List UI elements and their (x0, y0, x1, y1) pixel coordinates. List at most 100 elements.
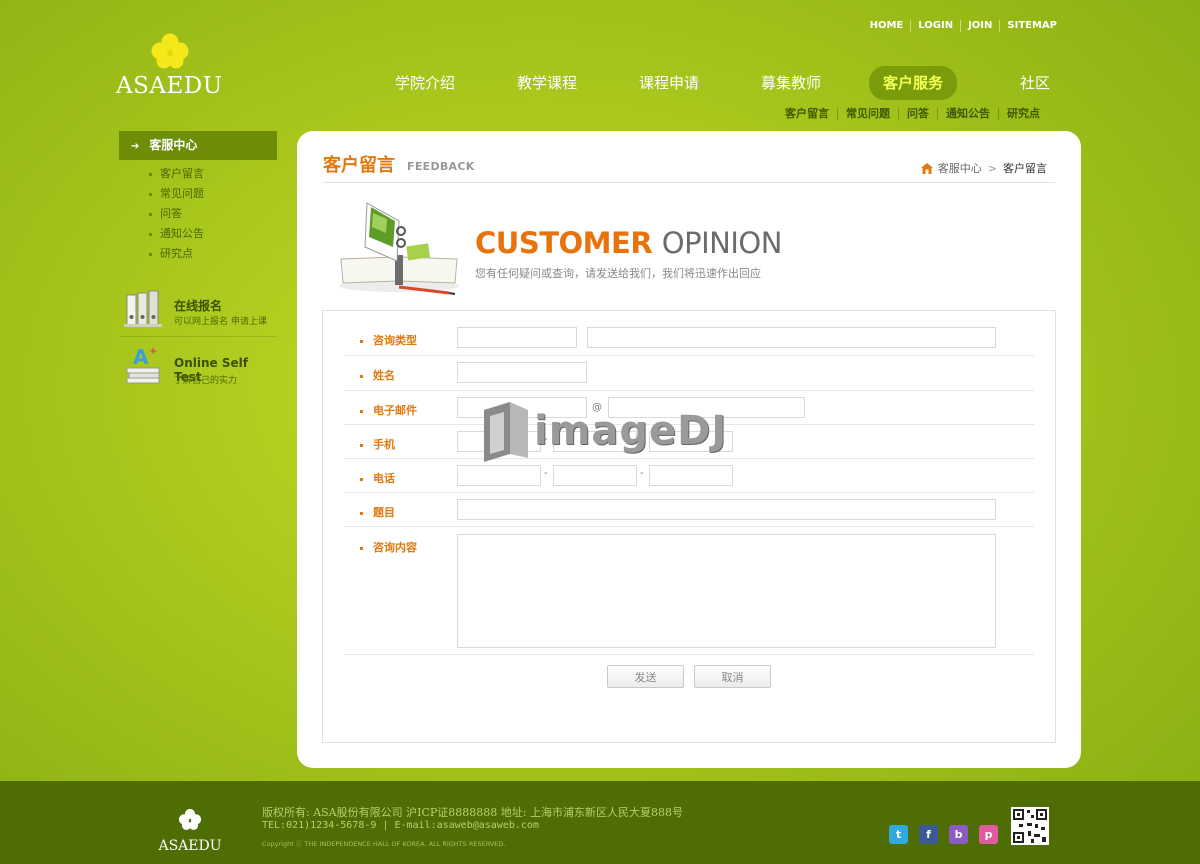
sub-nav-research[interactable]: 研究点 (998, 108, 1048, 120)
brand-name: ASAEDU (116, 73, 223, 99)
sidebar-item-faq[interactable]: 常见问题 (149, 186, 204, 206)
footer-contact: TEL:021)1234-5678-9 | E-mail:asaweb@asaw… (262, 820, 539, 831)
top-links: HOME LOGIN JOIN SITEMAP (863, 20, 1064, 32)
bullet-icon (360, 339, 363, 343)
bullet-icon (149, 232, 152, 236)
qr-code-icon[interactable] (1011, 807, 1049, 845)
sidebar-item-feedback[interactable]: 客户留言 (149, 166, 204, 186)
sidebar-item-label: 问答 (160, 207, 182, 220)
form-row-subject: 题目 (344, 493, 1034, 527)
blog-icon[interactable]: b (949, 825, 968, 844)
hero-title: CUSTOMER OPINION (475, 229, 782, 258)
promo-register-subtitle: 可以网上报名 申请上课 (174, 317, 267, 327)
sidebar-item-qa[interactable]: 问答 (149, 206, 204, 226)
subject-input[interactable] (457, 499, 996, 520)
bullet-icon (360, 409, 363, 413)
footer-copyright-info: 版权所有: ASA股份有限公司 沪ICP证8888888 地址: 上海市浦东新区… (262, 806, 683, 819)
top-link-login[interactable]: LOGIN (910, 20, 960, 32)
cancel-button[interactable]: 取消 (694, 665, 771, 688)
label-text: 咨询类型 (373, 334, 417, 347)
sidebar-title-label: 客服中心 (149, 138, 198, 152)
promo-self-test[interactable]: A + Online Self Test 了解自己的实力 (119, 342, 277, 394)
page-title: 客户留言 (323, 155, 395, 176)
breadcrumb-parent[interactable]: 客服中心 (938, 160, 982, 176)
bullet-icon (149, 172, 152, 176)
bullet-icon (360, 546, 363, 550)
hero-title-grey: OPINION (661, 226, 783, 260)
label-text: 电子邮件 (373, 404, 417, 417)
bullet-icon (360, 511, 363, 515)
label-name: 姓名 (360, 367, 395, 383)
type-detail-input[interactable] (587, 327, 996, 348)
clover-logo-icon (151, 33, 189, 69)
watermark: imageDJ (480, 400, 727, 462)
sidebar-item-research[interactable]: 研究点 (149, 246, 204, 266)
site-logo[interactable]: ASAEDU (116, 32, 222, 99)
phone-part2-input[interactable] (553, 465, 637, 486)
piggy-icon[interactable]: p (979, 825, 998, 844)
bullet-icon (360, 477, 363, 481)
type-select-input[interactable] (457, 327, 577, 348)
form-row-content: 咨询内容 (344, 527, 1034, 655)
sub-nav-notice[interactable]: 通知公告 (937, 108, 998, 120)
bullet-icon (149, 192, 152, 196)
nav-item-community[interactable]: 社区 (974, 66, 1096, 100)
sub-nav-qa[interactable]: 问答 (898, 108, 937, 120)
top-link-sitemap[interactable]: SITEMAP (999, 20, 1064, 32)
bullet-icon (360, 374, 363, 378)
nav-item-teachers[interactable]: 募集教师 (730, 66, 852, 100)
top-link-home[interactable]: HOME (863, 20, 911, 32)
label-mobile: 手机 (360, 436, 395, 452)
submit-button[interactable]: 发送 (607, 665, 684, 688)
page-title-en: FEEDBACK (407, 160, 475, 173)
footer-logo[interactable]: ASAEDU (157, 808, 223, 854)
home-icon[interactable] (920, 162, 933, 174)
notebook-pencil-image (339, 202, 459, 295)
breadcrumb-separator: > (987, 161, 997, 175)
nav-item-courses[interactable]: 教学课程 (486, 66, 608, 100)
form-row-phone: 电话 - - (344, 459, 1034, 493)
sidebar-item-notice[interactable]: 通知公告 (149, 226, 204, 246)
hero-subtitle: 您有任何疑问或查询，请发送给我们，我们将迅速作出回应 (475, 267, 761, 280)
facebook-icon[interactable]: f (919, 825, 938, 844)
bullet-icon (149, 212, 152, 216)
dash-separator: - (640, 468, 644, 479)
label-text: 电话 (373, 472, 395, 485)
sub-nav-feedback[interactable]: 客户留言 (777, 108, 837, 120)
promo-test-subtitle: 了解自己的实力 (174, 376, 238, 386)
sub-nav-faq[interactable]: 常见问题 (837, 108, 898, 120)
form-row-type: 咨询类型 (344, 321, 1034, 356)
hero-title-orange: CUSTOMER (475, 226, 653, 260)
bullet-icon (360, 443, 363, 447)
title-divider (323, 182, 1055, 183)
sidebar-item-label: 客户留言 (160, 167, 204, 180)
label-text: 姓名 (373, 369, 395, 382)
social-links: t f b p (889, 825, 1009, 844)
label-type: 咨询类型 (360, 332, 417, 348)
top-link-join[interactable]: JOIN (960, 20, 999, 32)
breadcrumb-current: 客户留言 (1003, 162, 1047, 175)
phone-part3-input[interactable] (649, 465, 733, 486)
nav-item-apply[interactable]: 课程申请 (608, 66, 730, 100)
svg-text:+: + (149, 346, 157, 357)
content-textarea[interactable] (457, 534, 996, 648)
phone-part1-input[interactable] (457, 465, 541, 486)
arrow-right-icon: ➔ (131, 141, 140, 152)
label-email: 电子邮件 (360, 402, 417, 418)
label-text: 咨询内容 (373, 541, 417, 554)
main-nav: 学院介绍 教学课程 课程申请 募集教师 客户服务 社区 (364, 66, 1096, 100)
watermark-cube-icon (484, 402, 528, 462)
form-row-name: 姓名 (344, 356, 1034, 391)
sidebar-item-label: 通知公告 (160, 227, 204, 240)
sidebar-title[interactable]: ➔ 客服中心 (119, 131, 277, 160)
name-input[interactable] (457, 362, 587, 383)
nav-item-academy[interactable]: 学院介绍 (364, 66, 486, 100)
promo-online-register[interactable]: 在线报名 可以网上报名 申请上课 (119, 285, 277, 337)
sub-nav: 客户留言 常见问题 问答 通知公告 研究点 (777, 108, 1048, 120)
svg-text:A: A (133, 345, 149, 369)
label-subject: 题目 (360, 504, 395, 520)
nav-item-customer-service[interactable]: 客户服务 (869, 66, 957, 100)
label-text: 题目 (373, 506, 395, 519)
twitter-icon[interactable]: t (889, 825, 908, 844)
books-a-plus-icon: A + (126, 345, 160, 384)
